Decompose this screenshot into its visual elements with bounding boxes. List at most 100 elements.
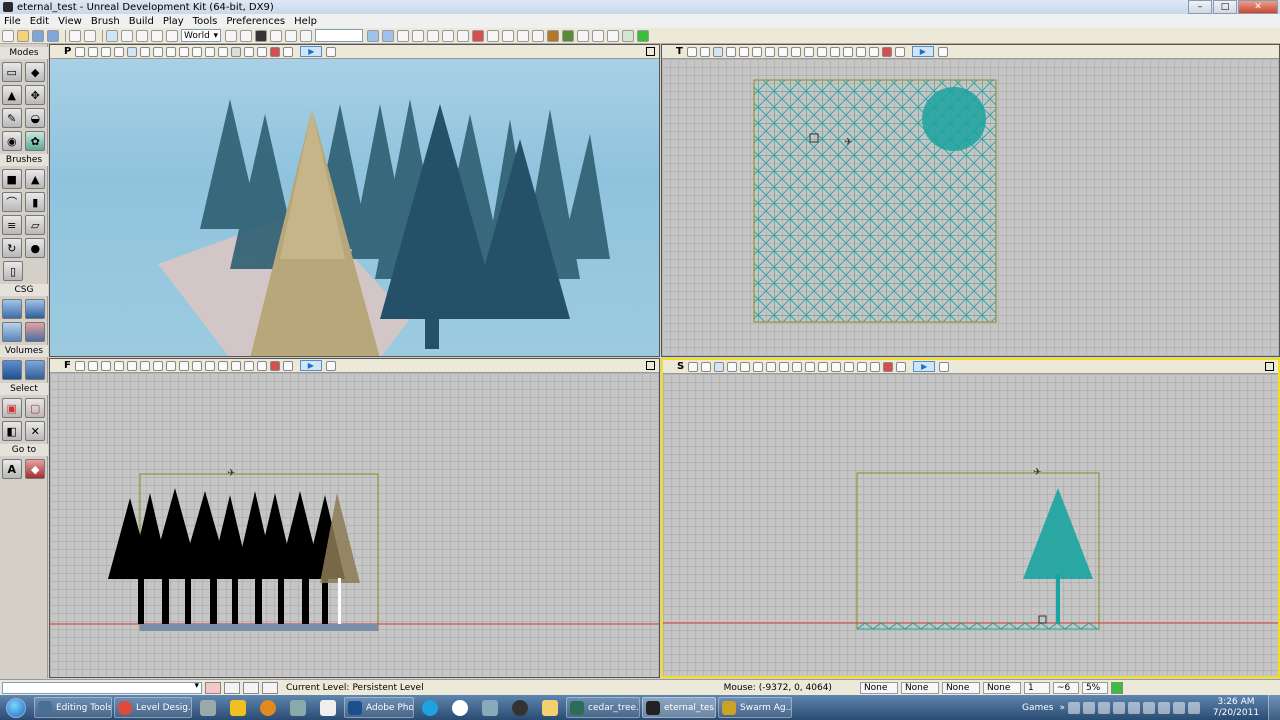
menu-preferences[interactable]: Preferences <box>226 16 285 27</box>
actor-icon[interactable] <box>868 46 879 57</box>
command-dropdown[interactable] <box>2 681 202 694</box>
eye-icon[interactable] <box>855 46 866 57</box>
game-view-icon[interactable] <box>829 46 840 57</box>
volume-icon[interactable] <box>1188 701 1200 714</box>
taskbar-pin[interactable] <box>254 697 282 718</box>
add-special-volume-button[interactable] <box>25 360 46 380</box>
shader-complexity-icon[interactable] <box>803 46 814 57</box>
game-view-icon[interactable] <box>218 46 229 57</box>
drag-grid-icon[interactable] <box>300 29 312 42</box>
network-icon[interactable] <box>1173 701 1185 714</box>
curved-stair-button[interactable]: ⌒ <box>1 192 22 212</box>
non-uniform-scale-icon[interactable] <box>166 29 178 42</box>
brush-wireframe-icon[interactable] <box>699 46 710 57</box>
detail-lighting-icon[interactable] <box>140 46 151 57</box>
actor-icon[interactable] <box>870 361 881 372</box>
taskbar-pin[interactable] <box>476 697 504 718</box>
taskbar-pin[interactable] <box>314 697 342 718</box>
play-in-editor-icon[interactable] <box>637 29 649 42</box>
find-icon[interactable] <box>240 29 252 42</box>
lock-icon[interactable] <box>686 46 697 57</box>
show-all-button[interactable]: ✕ <box>25 421 46 441</box>
wireframe-icon[interactable] <box>712 46 723 57</box>
binoculars-icon[interactable] <box>225 29 237 42</box>
clock[interactable]: 3:26 AM 7/20/2011 <box>1208 697 1264 719</box>
scale-icon[interactable] <box>151 29 163 42</box>
rebuild-icon[interactable] <box>547 29 559 42</box>
lightmap-density-icon[interactable] <box>818 361 829 372</box>
start-button[interactable] <box>0 695 32 720</box>
play-button[interactable]: ▶ <box>913 361 936 372</box>
taskbar-pin[interactable] <box>194 697 222 718</box>
grid-snap-icon[interactable] <box>243 681 259 694</box>
landscape-icon[interactable] <box>607 29 619 42</box>
taskbar-pin[interactable] <box>224 697 252 718</box>
undo-icon[interactable] <box>69 29 81 42</box>
realtime-icon[interactable] <box>231 46 242 57</box>
maximize-viewport-icon[interactable] <box>646 361 655 370</box>
taskbar-pin[interactable] <box>536 697 564 718</box>
realtime-icon[interactable] <box>842 46 853 57</box>
lightmap-density-icon[interactable] <box>204 360 215 371</box>
game-view-icon[interactable] <box>831 361 842 372</box>
matinee-icon[interactable] <box>285 29 297 42</box>
viewport-type-label[interactable]: F <box>64 360 71 371</box>
sphere-brush-button[interactable]: ● <box>25 238 46 258</box>
drag-icon[interactable] <box>939 361 950 372</box>
play-button[interactable]: ▶ <box>300 46 323 57</box>
lock-icon[interactable] <box>74 360 85 371</box>
taskbar-pin[interactable] <box>284 697 312 718</box>
texture-density-icon[interactable] <box>179 46 190 57</box>
shader-complexity-icon[interactable] <box>805 361 816 372</box>
taskbar-item-active[interactable]: eternal_tes... <box>642 697 716 718</box>
minimize-button[interactable]: – <box>1188 0 1212 14</box>
frame-icon[interactable] <box>283 46 294 57</box>
volumetric-brush-button[interactable]: ▯ <box>3 261 23 281</box>
taskbar-item[interactable]: cedar_tree... <box>566 697 640 718</box>
cube-brush-button[interactable]: ■ <box>1 169 22 189</box>
red-actor-icon[interactable] <box>270 46 281 57</box>
actor-marker[interactable] <box>1038 615 1047 624</box>
cone-brush-button[interactable]: ▲ <box>25 169 46 189</box>
texture-density-icon[interactable] <box>178 360 189 371</box>
maximize-viewport-icon[interactable] <box>646 47 655 56</box>
csg-subtract-button[interactable] <box>25 299 46 319</box>
sheet-brush-button[interactable]: ▱ <box>25 215 46 235</box>
tray-app-icon[interactable] <box>1098 701 1110 714</box>
lightmap-density-icon[interactable] <box>816 46 827 57</box>
perspective-viewport[interactable]: P ▶ <box>49 44 660 357</box>
lighting-quality-icon[interactable] <box>442 29 454 42</box>
frame-icon[interactable] <box>896 361 907 372</box>
unlit-icon[interactable] <box>113 360 124 371</box>
tray-app-icon[interactable] <box>1128 701 1140 714</box>
menu-brush[interactable]: Brush <box>91 16 120 27</box>
detail-lighting-icon[interactable] <box>751 46 762 57</box>
tray-app-icon[interactable] <box>1068 701 1080 714</box>
geometry-mode-button[interactable]: ◆ <box>25 62 46 82</box>
lock-icon[interactable] <box>688 361 699 372</box>
build-all-icon[interactable] <box>427 29 439 42</box>
terrain-mode-button[interactable]: ▲ <box>1 85 22 105</box>
red-actor-icon[interactable] <box>883 361 894 372</box>
goto-actor-button[interactable]: A <box>1 459 22 479</box>
realtime-audio-icon[interactable] <box>532 29 544 42</box>
cancel-icon[interactable] <box>205 681 221 694</box>
actor-icon[interactable] <box>257 46 268 57</box>
wireframe-icon[interactable] <box>100 360 111 371</box>
menu-build[interactable]: Build <box>129 16 154 27</box>
shader-complexity-icon[interactable] <box>191 360 202 371</box>
lighting-only-icon[interactable] <box>766 361 777 372</box>
red-actor-icon[interactable] <box>881 46 892 57</box>
actor-icon[interactable] <box>256 360 267 371</box>
tray-app-icon[interactable] <box>1158 701 1170 714</box>
frame-icon[interactable] <box>282 360 293 371</box>
front-viewport[interactable]: F ▶ ✈ <box>49 358 660 678</box>
wireframe-icon[interactable] <box>714 361 725 372</box>
menu-tools[interactable]: Tools <box>193 16 218 27</box>
brush-wireframe-icon[interactable] <box>701 361 712 372</box>
select-invert-button[interactable]: ◧ <box>1 421 22 441</box>
landscape-mode-button[interactable]: ◒ <box>25 108 46 128</box>
taskbar-item[interactable]: Editing Tools <box>34 697 112 718</box>
build-lighting-icon[interactable] <box>382 29 394 42</box>
texture-density-icon[interactable] <box>792 361 803 372</box>
